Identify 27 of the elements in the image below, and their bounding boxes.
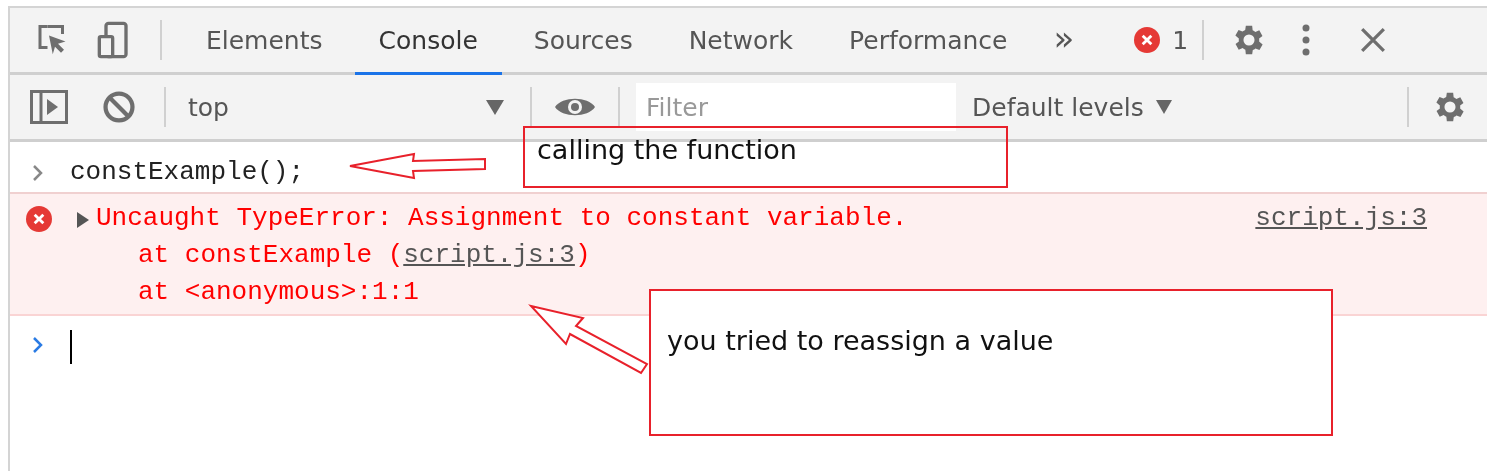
stack-frame: at <anonymous>:1:1 [138,277,419,307]
clear-icon[interactable] [102,90,136,124]
prompt-chevron-icon [32,336,44,354]
more-options-icon[interactable] [1302,24,1311,56]
tab[interactable]: Elements [182,8,347,75]
context-dropdown[interactable]: top [180,92,510,122]
tab[interactable]: Performance [825,8,1032,75]
command-text: constExample(); [70,156,305,189]
error-message: Uncaught TypeError: Assignment to constant variable. [96,202,908,235]
error-icon [1134,27,1161,53]
levels-dropdown[interactable]: Default levels [968,92,1176,122]
text-cursor [70,330,72,364]
error-count[interactable]: 1 [1172,25,1189,55]
expand-triangle-icon[interactable] [76,212,90,228]
source-link[interactable]: script.js:3 [403,240,575,270]
source-link[interactable]: script.js:3 [1255,200,1427,237]
prompt-chevron-icon [32,164,44,182]
filter-field[interactable]: Filter [636,83,956,131]
more-tabs-button[interactable]: » [1047,18,1081,62]
close-icon[interactable] [1360,27,1387,53]
sidebar-icon[interactable] [30,90,68,124]
stack-frame: at constExample (script.js:3) [138,240,591,270]
annotation-text: calling the function [537,134,797,165]
tab[interactable]: Sources [509,8,657,75]
error-icon [26,206,52,232]
tab[interactable]: Network [664,8,818,75]
annotation-text: you tried to reassign a value [667,325,1054,356]
